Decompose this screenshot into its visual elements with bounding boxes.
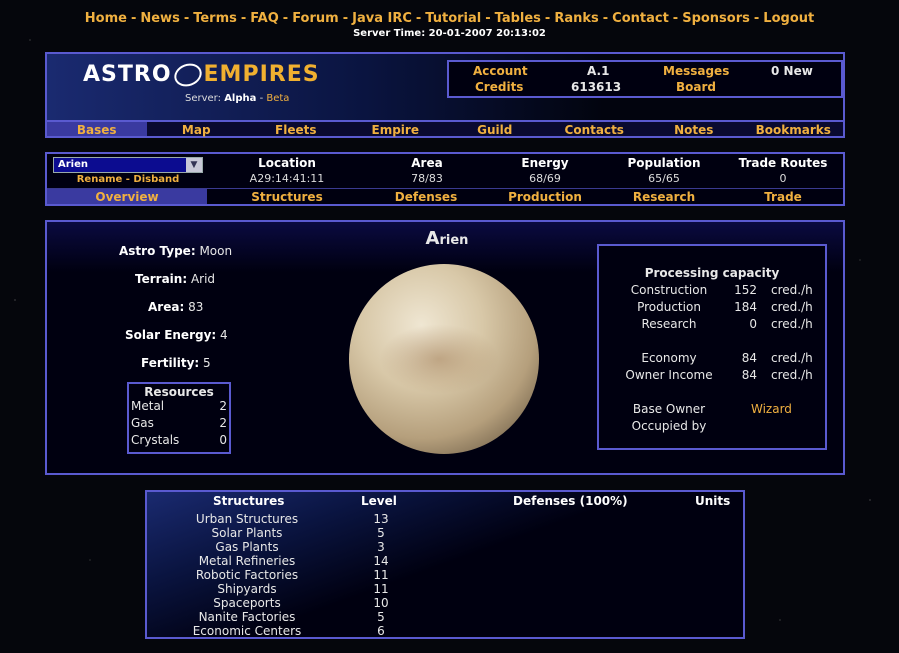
credits-value: 613613 [571,80,622,94]
messages-link[interactable]: Messages [663,64,729,78]
tab-trade[interactable]: Trade [723,189,843,204]
base-bar: Arien ▼ Rename - Disband Location A29:14… [45,152,845,206]
tab-defenses[interactable]: Defenses [367,189,485,204]
processing-row: Research 0 cred./h [641,317,813,331]
logo-empires: EMPIRES [203,62,320,87]
nav-home[interactable]: Home [85,11,127,26]
trade-routes-stat: Trade Routes 0 [738,156,828,185]
base-name: Arien [425,228,469,249]
server-info: Server: Alpha - Beta [185,93,290,104]
table-row: Nanite Factories 5 [198,610,385,624]
astro-empires-logo[interactable]: ASTRO EMPIRES [83,59,320,91]
nav-sponsors[interactable]: Sponsors [682,11,750,26]
rename-disband-links[interactable]: Rename - Disband [53,174,203,185]
base-select[interactable]: Arien ▼ [53,157,203,173]
processing-capacity-box: Processing capacity Construction 152 cred.… [597,244,827,450]
processing-row: Construction 152 cred./h [630,283,813,297]
table-row: Solar Plants 5 [211,526,385,540]
nav-terms[interactable]: Terms [193,11,237,26]
energy-stat: Energy 68/69 [521,156,569,185]
processing-row: Owner Income 84 cred./h [625,368,813,382]
area: Area: 83 [148,300,204,314]
terrain: Terrain: Arid [135,272,216,286]
table-row: Robotic Factories 11 [195,568,389,582]
resource-row: Crystals 0 [131,433,227,447]
server-time: Server Time: 20-01-2007 20:13:02 [353,28,546,39]
units-header: Units [695,494,731,508]
table-row: Shipyards 11 [217,582,389,596]
fertility: Fertility: 5 [141,356,211,370]
location-stat: Location A29:14:41:11 [227,156,347,185]
account-box: Account A.1 Messages 0 New Credits 61361… [447,60,843,98]
board-link[interactable]: Board [676,80,716,94]
defenses-header: Defenses (100%) [513,494,628,508]
resources-box: Resources Metal 2 Gas 2 Crystals 0 [127,382,231,454]
overview-panel: Astro Type: Moon Terrain: Arid Area: 83 … [45,220,845,475]
processing-row: Economy 84 cred./h [641,351,813,365]
nav-tables[interactable]: Tables [495,11,541,26]
astro-type: Astro Type: Moon [119,244,233,258]
menu-fleets[interactable]: Fleets [246,122,346,137]
account-value: A.1 [587,64,610,78]
menu-contacts[interactable]: Contacts [545,122,645,137]
menu-map[interactable]: Map [147,122,247,137]
messages-value: 0 New [771,64,813,78]
resource-row: Gas 2 [131,416,227,430]
top-navigation: Home - News - Terms - FAQ - Forum - Java IRC - Tutor… [84,11,815,26]
credits-link[interactable]: Credits [475,80,523,94]
beta-link[interactable]: Beta [266,93,289,104]
occupied-by-row: Occupied by [631,419,707,433]
nav-logout[interactable]: Logout [763,11,814,26]
nav-tutorial[interactable]: Tutorial [425,11,481,26]
tab-research[interactable]: Research [605,189,723,204]
base-owner-link[interactable]: Wizard [751,402,792,416]
processing-row: Production 184 cred./h [637,300,813,314]
structures-table: Structures Level Defenses (100%) Units U… [145,490,745,639]
nav-news[interactable]: News [140,11,179,26]
tab-overview[interactable]: Overview [47,189,207,204]
table-row: Gas Plants 3 [215,540,385,554]
nav-contact[interactable]: Contact [612,11,669,26]
planet-image [349,264,539,454]
menu-guild[interactable]: Guild [445,122,545,137]
nav-java-irc[interactable]: Java IRC [352,11,412,26]
population-stat: Population 65/65 [627,156,701,185]
solar-energy: Solar Energy: 4 [125,328,228,342]
tab-structures[interactable]: Structures [207,189,367,204]
table-row: Economic Centers 6 [192,624,385,638]
chevron-down-icon[interactable]: ▼ [186,158,202,172]
base-owner-row: Base Owner Wizard [632,402,792,416]
resource-row: Metal 2 [131,399,227,413]
menu-bases[interactable]: Bases [47,122,147,137]
account-link[interactable]: Account [473,64,528,78]
header-panel: ASTRO EMPIRES Server: Alpha - Beta Accoun… [45,52,845,138]
logo-astro: ASTRO [83,62,172,87]
area-stat: Area 78/83 [411,156,443,185]
table-row: Spaceports 10 [213,596,389,610]
table-row: Urban Structures 13 [195,512,389,526]
logo-ring-icon [170,59,205,91]
menu-notes[interactable]: Notes [644,122,744,137]
menu-empire[interactable]: Empire [346,122,446,137]
tab-production[interactable]: Production [485,189,605,204]
base-subtabs: Overview Structures Defenses Production … [47,188,843,204]
server-name: Alpha [224,93,257,104]
structures-header: Structures [213,494,285,508]
table-row: Metal Refineries 14 [198,554,389,568]
nav-ranks[interactable]: Ranks [554,11,598,26]
location-link[interactable]: A29:14:41:11 [227,172,347,185]
nav-faq[interactable]: FAQ [250,11,279,26]
main-menu: Bases Map Fleets Empire Guild Contacts N… [47,120,844,137]
menu-bookmarks[interactable]: Bookmarks [744,122,844,137]
nav-forum[interactable]: Forum [292,11,339,26]
level-header: Level [361,494,397,508]
